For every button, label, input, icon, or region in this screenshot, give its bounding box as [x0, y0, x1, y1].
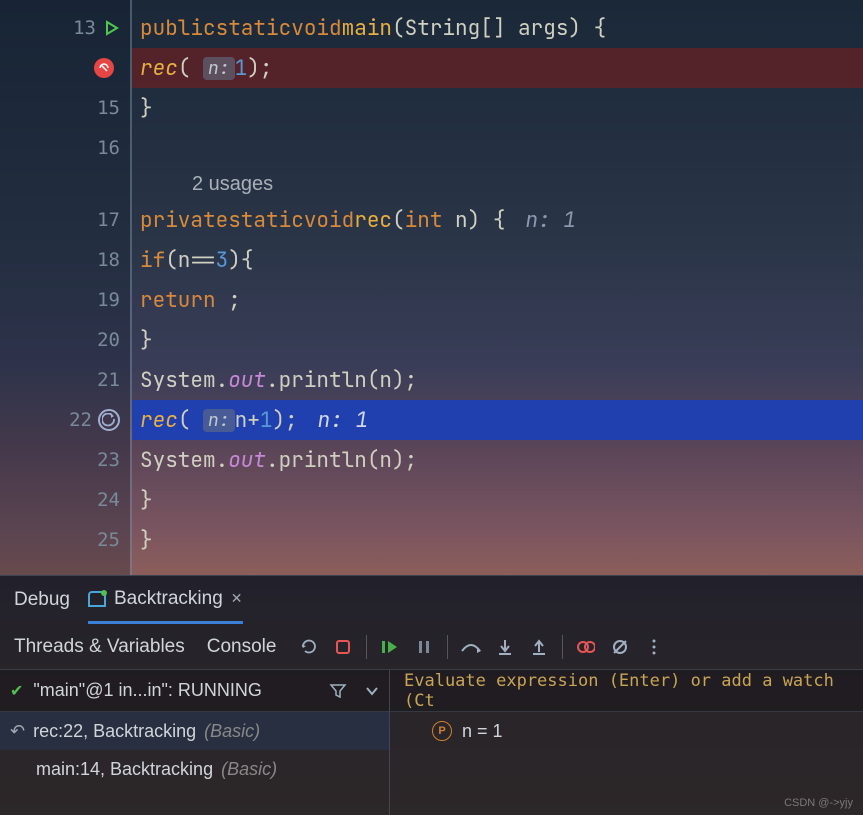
check-icon: ✔ — [10, 681, 23, 701]
line-number: 21 — [97, 369, 120, 391]
watermark: CSDN @->yjy — [784, 797, 853, 809]
tab-debug[interactable]: Debug — [14, 576, 70, 624]
stack-frame[interactable]: ↶ rec:22, Backtracking (Basic) — [0, 712, 389, 750]
tab-session[interactable]: Backtracking ✕ — [88, 576, 243, 624]
code-line[interactable] — [132, 128, 863, 168]
threads-tab[interactable]: Threads & Variables — [14, 636, 185, 658]
gutter-row[interactable]: 16 — [0, 128, 130, 168]
run-gutter-icon[interactable] — [104, 20, 120, 36]
line-number: 17 — [97, 209, 120, 231]
debug-panel: Debug Backtracking ✕ Threads & Variables… — [0, 575, 863, 815]
code-area[interactable]: public static void main(String[] args) {… — [130, 0, 863, 575]
gutter-row[interactable]: 23 — [0, 440, 130, 480]
step-out-icon[interactable] — [528, 636, 550, 658]
line-number: 15 — [97, 97, 120, 119]
gutter-row[interactable]: 21 — [0, 360, 130, 400]
code-line-current[interactable]: rec( n: n+1);n: 1 — [132, 400, 863, 440]
mute-breakpoints-icon[interactable] — [609, 636, 631, 658]
code-editor: 13 15 16 17 18 19 20 21 22 23 24 25 publ — [0, 0, 863, 575]
code-line[interactable]: } — [132, 480, 863, 520]
evaluate-expression-input[interactable]: Evaluate expression (Enter) or add a wat… — [390, 670, 863, 712]
breakpoint-icon[interactable] — [94, 58, 114, 78]
inline-value: n: 1 — [318, 407, 368, 434]
line-number: 13 — [73, 17, 96, 39]
code-line-breakpoint[interactable]: rec( n: 1); — [132, 48, 863, 88]
step-over-icon[interactable] — [460, 636, 482, 658]
code-line[interactable]: } — [132, 320, 863, 360]
code-line[interactable]: if(n==3){ — [132, 240, 863, 280]
variables-panel: Evaluate expression (Enter) or add a wat… — [390, 670, 863, 815]
gutter-row[interactable]: 13 — [0, 8, 130, 48]
execution-point-icon[interactable] — [98, 409, 120, 431]
console-tab[interactable]: Console — [207, 636, 277, 658]
code-line[interactable]: } — [132, 88, 863, 128]
line-number: 19 — [97, 289, 120, 311]
more-icon[interactable] — [643, 636, 665, 658]
code-line[interactable]: } — [132, 520, 863, 560]
chevron-down-icon[interactable] — [365, 686, 379, 696]
primitive-icon: P — [432, 721, 452, 741]
code-line[interactable]: private static void rec(int n) {n: 1 — [132, 200, 863, 240]
pause-icon[interactable] — [413, 636, 435, 658]
drop-frame-icon[interactable]: ↶ — [10, 721, 25, 742]
code-line[interactable]: System.out.println(n); — [132, 360, 863, 400]
gutter-row[interactable]: 18 — [0, 240, 130, 280]
param-hint: n: — [203, 57, 235, 80]
separator — [562, 635, 563, 659]
line-number: 24 — [97, 489, 120, 511]
debug-toolbar: Threads & Variables Console — [0, 624, 863, 670]
usages-hint[interactable]: 2 usages — [132, 168, 863, 200]
line-number: 25 — [97, 529, 120, 551]
step-into-icon[interactable] — [494, 636, 516, 658]
gutter-row[interactable]: 22 — [0, 400, 130, 440]
debug-body: ✔ "main"@1 in...in": RUNNING ↶ rec:22, B… — [0, 670, 863, 815]
rerun-icon[interactable] — [298, 636, 320, 658]
resume-icon[interactable] — [379, 636, 401, 658]
inline-value: n: 1 — [525, 207, 575, 234]
line-number: 18 — [97, 249, 120, 271]
close-icon[interactable]: ✕ — [231, 590, 243, 607]
filter-icon[interactable] — [329, 683, 347, 699]
param-hint: n: — [203, 409, 235, 432]
gutter-row — [0, 168, 130, 200]
view-breakpoints-icon[interactable] — [575, 636, 597, 658]
separator — [447, 635, 448, 659]
debug-panel-tabs: Debug Backtracking ✕ — [0, 576, 863, 624]
variable-row[interactable]: P n = 1 — [390, 712, 863, 750]
gutter-row[interactable]: 15 — [0, 88, 130, 128]
line-number: 23 — [97, 449, 120, 471]
debug-session-icon — [88, 591, 106, 607]
gutter-row[interactable]: 17 — [0, 200, 130, 240]
code-line[interactable]: public static void main(String[] args) { — [132, 8, 863, 48]
frames-panel: ✔ "main"@1 in...in": RUNNING ↶ rec:22, B… — [0, 670, 390, 815]
code-line[interactable]: System.out.println(n); — [132, 440, 863, 480]
editor-gutter: 13 15 16 17 18 19 20 21 22 23 24 25 — [0, 0, 130, 575]
line-number: 16 — [97, 137, 120, 159]
gutter-row[interactable]: 25 — [0, 520, 130, 560]
stack-frame[interactable]: main:14, Backtracking (Basic) — [0, 750, 389, 788]
gutter-row[interactable]: 24 — [0, 480, 130, 520]
line-number: 20 — [97, 329, 120, 351]
gutter-row[interactable] — [0, 48, 130, 88]
separator — [366, 635, 367, 659]
gutter-row[interactable]: 19 — [0, 280, 130, 320]
gutter-row[interactable]: 20 — [0, 320, 130, 360]
thread-selector[interactable]: ✔ "main"@1 in...in": RUNNING — [0, 670, 389, 712]
stop-icon[interactable] — [332, 636, 354, 658]
code-line[interactable]: return ; — [132, 280, 863, 320]
line-number: 22 — [69, 409, 92, 431]
